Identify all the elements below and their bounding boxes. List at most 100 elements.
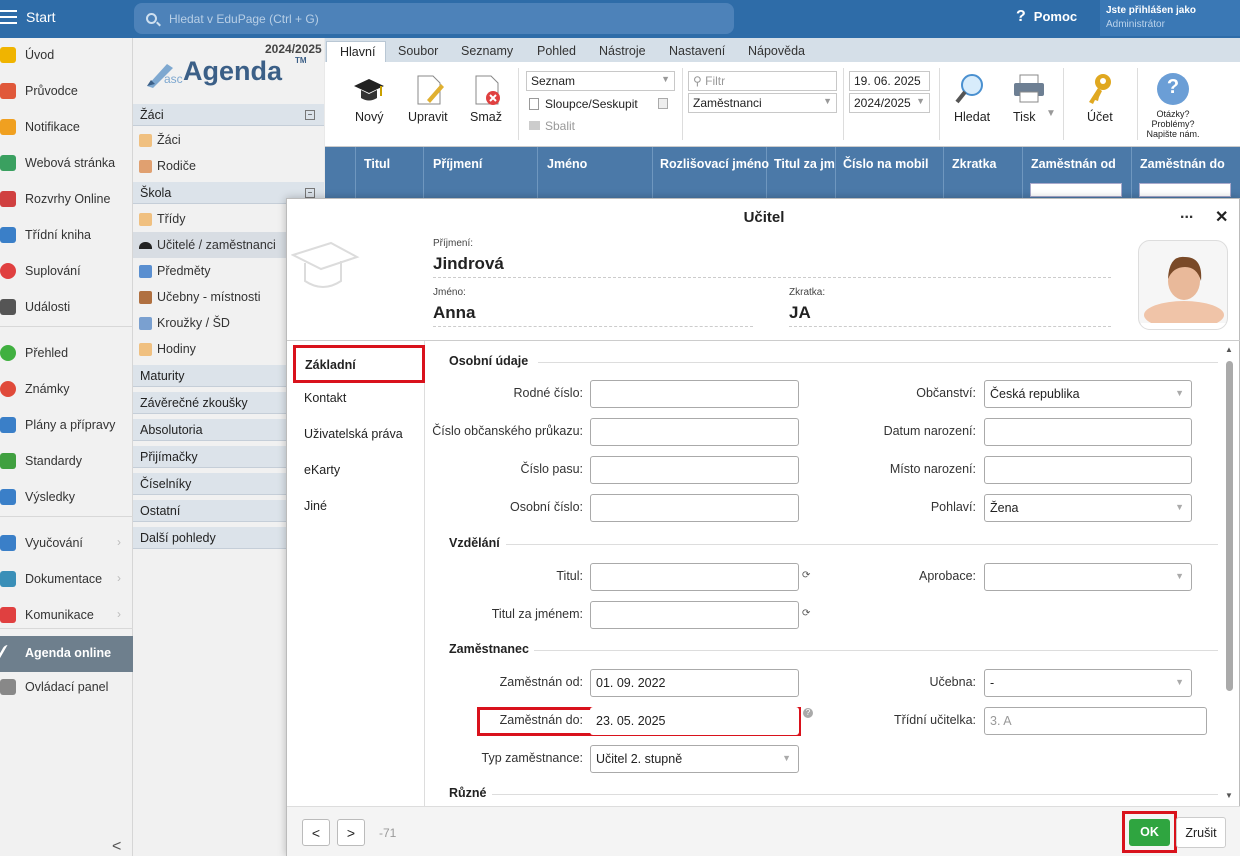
form-scrollbar[interactable]: ▲ ▼ (1223, 345, 1235, 803)
teacher-photo[interactable] (1138, 240, 1228, 330)
column-header-5[interactable]: Číslo na mobil (843, 157, 928, 171)
tab-0[interactable]: Hlavní (326, 41, 387, 64)
obcanstvi-select[interactable]: Česká republika ▼ (984, 380, 1192, 408)
obcansky-prukaz-field[interactable] (590, 418, 799, 446)
help-button[interactable]: ? Pomoc (1016, 8, 1077, 26)
typ-zamestnance-select[interactable]: Učitel 2. stupně ▼ (590, 745, 799, 773)
scroll-thumb[interactable] (1226, 361, 1233, 691)
sidebar-item-5[interactable]: Třídní kniha (0, 218, 133, 254)
sidebar-item-6[interactable]: Suplování (0, 254, 133, 290)
sidebar-item-4[interactable]: Rozvrhy Online (0, 182, 133, 218)
print-dropdown-icon[interactable]: ▼ (1046, 108, 1056, 119)
refresh-icon[interactable]: ⟳ (802, 608, 810, 619)
sidebar-item-8[interactable]: Přehled (0, 336, 133, 372)
ucebna-select[interactable]: - ▼ (984, 669, 1192, 697)
menu-icon[interactable] (0, 10, 17, 26)
collapse-icon[interactable]: − (305, 110, 315, 120)
tab-zakladni[interactable]: Základní (293, 345, 425, 383)
sidebar-item-3[interactable]: Webová stránka (0, 146, 133, 182)
date-input[interactable]: 19. 06. 2025 (849, 71, 930, 91)
print-button[interactable]: Tisk (1013, 110, 1035, 124)
sidebar-item-13[interactable]: Vyučování › (0, 526, 133, 562)
tab-kontakt[interactable]: Kontakt (304, 391, 346, 405)
edit-button[interactable]: Upravit (408, 110, 448, 124)
tab-2[interactable]: Seznamy (461, 44, 513, 58)
sidebar-item-10[interactable]: Plány a přípravy (0, 408, 133, 444)
sidebar-item-rodice[interactable]: Rodiče (133, 153, 324, 179)
tab-1[interactable]: Soubor (398, 44, 438, 58)
close-icon[interactable]: ✕ (1215, 207, 1228, 227)
column-header-4[interactable]: Titul za jm (774, 157, 835, 171)
tab-ekarty[interactable]: eKarty (304, 463, 340, 477)
sidebar-item-11[interactable]: Standardy (0, 444, 133, 480)
column-filter-0[interactable] (1030, 183, 1122, 197)
scroll-down-icon[interactable]: ▼ (1225, 791, 1233, 800)
sidebar-item-1[interactable]: Průvodce (0, 74, 133, 110)
user-menu[interactable]: Jste přihlášen jako Administrátor (1100, 0, 1240, 36)
titul-field[interactable] (590, 563, 799, 591)
titul-za-jmenem-field[interactable] (590, 601, 799, 629)
year-select[interactable]: 2024/2025 ▼ (849, 93, 930, 113)
filter-select[interactable]: Zaměstnanci ▼ (688, 93, 837, 113)
save-icon[interactable] (658, 98, 668, 109)
account-button[interactable]: Účet (1087, 110, 1113, 124)
filter-input[interactable]: ⚲ Filtr (688, 71, 837, 91)
rodne-cislo-field[interactable] (590, 380, 799, 408)
column-header-6[interactable]: Zkratka (952, 157, 996, 171)
sidebar-item-16[interactable]: Agenda online (0, 636, 133, 672)
cislo-pasu-field[interactable] (590, 456, 799, 484)
scroll-up-icon[interactable]: ▲ (1225, 345, 1233, 354)
global-search-input[interactable]: Hledat v EduPage (Ctrl + G) (134, 3, 734, 34)
sidebar-item-9[interactable]: Známky (0, 372, 133, 408)
more-options-icon[interactable]: ... (1180, 205, 1193, 223)
column-header-1[interactable]: Příjmení (433, 157, 482, 171)
misto-narozeni-field[interactable] (984, 456, 1192, 484)
help-question-icon[interactable]: ? (1157, 73, 1189, 105)
new-button[interactable]: Nový (355, 110, 383, 124)
next-record-button[interactable]: > (337, 819, 365, 846)
column-header-3[interactable]: Rozlišovací jméno (660, 157, 769, 171)
zamestnan-od-field[interactable]: 01. 09. 2022 (590, 669, 799, 697)
info-icon[interactable]: ? (803, 708, 813, 718)
sidebar-item-0[interactable]: Úvod (0, 38, 133, 74)
sidebar-item-12[interactable]: Výsledky (0, 480, 133, 516)
zamestnan-do-field[interactable]: 23. 05. 2025 (590, 707, 799, 735)
column-filter-1[interactable] (1139, 183, 1231, 197)
sidebar-item-zaci[interactable]: Žáci (133, 127, 324, 153)
tab-6[interactable]: Nápověda (748, 44, 805, 58)
column-header-0[interactable]: Titul (364, 157, 390, 171)
sidebar-item-7[interactable]: Události (0, 290, 133, 326)
aprobace-select[interactable]: ▼ (984, 563, 1192, 591)
column-header-7[interactable]: Zaměstnán od (1031, 157, 1116, 171)
section-zaci[interactable]: Žáci − (133, 104, 324, 126)
tab-4[interactable]: Nástroje (599, 44, 646, 58)
tab-3[interactable]: Pohled (537, 44, 576, 58)
cancel-button[interactable]: Zrušit (1176, 817, 1226, 848)
search-button[interactable]: Hledat (954, 110, 990, 124)
tab-jine[interactable]: Jiné (304, 499, 327, 513)
start-link[interactable]: Start (26, 9, 56, 25)
help-contact-text[interactable]: Otázky? Problémy? Napište nám. (1137, 109, 1209, 139)
collapse-button[interactable]: Sbalit (529, 119, 575, 133)
delete-button[interactable]: Smaž (470, 110, 502, 124)
tridni-ucitelka-field[interactable]: 3. A (984, 707, 1207, 735)
refresh-icon[interactable]: ⟳ (802, 570, 810, 581)
osobni-cislo-field[interactable] (590, 494, 799, 522)
collapse-sidebar-icon[interactable]: < (112, 838, 121, 856)
view-select[interactable]: Seznam ▼ (526, 71, 675, 91)
ok-button[interactable]: OK (1129, 819, 1170, 846)
previous-record-button[interactable]: < (302, 819, 330, 846)
column-header-2[interactable]: Jméno (547, 157, 587, 171)
columns-group-button[interactable]: Sloupce/Seskupit (529, 97, 638, 111)
sidebar-item-2[interactable]: Notifikace (0, 110, 133, 146)
firstname-value[interactable]: Anna (433, 303, 753, 327)
sidebar-item-17[interactable]: Ovládací panel (0, 670, 133, 706)
datum-narozeni-field[interactable] (984, 418, 1192, 446)
surname-value[interactable]: Jindrová (433, 254, 1111, 278)
tab-uzivatelska-prava[interactable]: Uživatelská práva (304, 427, 403, 441)
tab-5[interactable]: Nastavení (669, 44, 725, 58)
sidebar-item-14[interactable]: Dokumentace › (0, 562, 133, 598)
abbreviation-value[interactable]: JA (789, 303, 1111, 327)
column-header-8[interactable]: Zaměstnán do (1140, 157, 1225, 171)
collapse-icon[interactable]: − (305, 188, 315, 198)
